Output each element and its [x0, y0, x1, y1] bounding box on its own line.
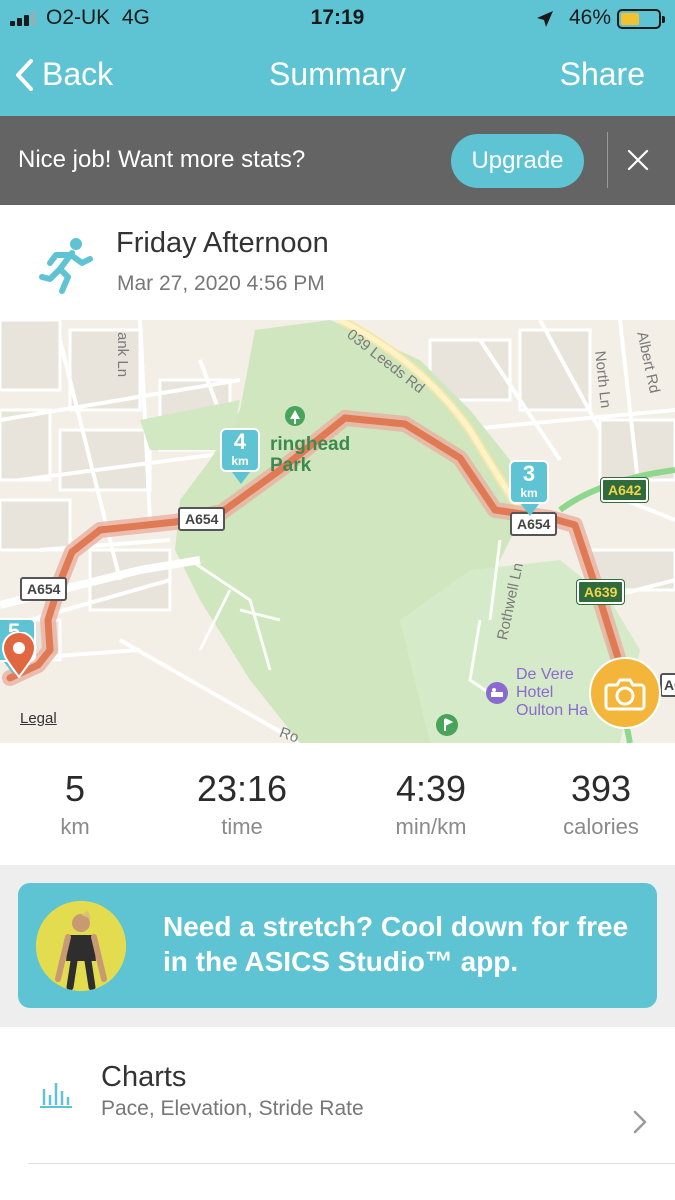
- km-marker[interactable]: 4 km: [220, 428, 260, 484]
- camera-icon: [604, 678, 646, 711]
- park-name: ringhead Park: [270, 434, 351, 476]
- legal-link[interactable]: Legal: [20, 710, 57, 727]
- park-tree-icon: [285, 406, 305, 426]
- road-shield: A654: [20, 577, 68, 601]
- bar-chart-icon: [40, 1083, 72, 1108]
- golf-icon: [436, 714, 458, 736]
- route-map[interactable]: ank Ln 039 Leeds Rd North Ln Albert Rd R…: [0, 320, 675, 743]
- finish-pin-icon[interactable]: [2, 632, 36, 678]
- charts-subtitle: Pace, Elevation, Stride Rate: [101, 1097, 364, 1120]
- upgrade-banner: Nice job! Want more stats? Upgrade: [0, 116, 675, 205]
- add-photo-button[interactable]: [589, 657, 661, 729]
- road-shield: A639: [577, 580, 625, 604]
- close-icon[interactable]: [622, 144, 654, 176]
- upgrade-button[interactable]: Upgrade: [451, 134, 584, 188]
- location-arrow-icon: [537, 11, 553, 27]
- street-label: ank Ln: [114, 332, 131, 378]
- runner-icon: [39, 238, 93, 294]
- stat-time: 23:16 time: [196, 768, 288, 839]
- activity-datetime: Mar 27, 2020 4:56 PM: [117, 272, 325, 295]
- battery-percent: 46%: [568, 6, 611, 29]
- hotel-name: De Vere Hotel Oulton Ha: [516, 666, 589, 719]
- run-stats: 5 km 23:16 time 4:39 min/km 393 calories: [0, 743, 675, 865]
- charts-title: Charts: [101, 1061, 187, 1093]
- banner-divider: [607, 132, 608, 188]
- road-shield: A654: [178, 507, 226, 531]
- status-bar: O2-UK 4G 17:19 46%: [0, 0, 675, 38]
- stretch-thumbnail: [36, 901, 126, 991]
- chevron-right-icon: [633, 1110, 647, 1134]
- km-marker[interactable]: 3 km: [509, 460, 549, 516]
- stat-calories: 393 calories: [563, 768, 639, 839]
- battery-icon: [617, 9, 665, 29]
- hotel-icon: [486, 682, 508, 704]
- share-button[interactable]: Share: [560, 56, 645, 93]
- activity-name: Friday Afternoon: [116, 227, 329, 259]
- road-shield: A642: [601, 478, 649, 502]
- stat-pace: 4:39 min/km: [395, 768, 467, 839]
- promo-section: Need a stretch? Cool down for free in th…: [0, 865, 675, 1027]
- banner-message: Nice job! Want more stats?: [18, 146, 306, 173]
- activity-header: Friday Afternoon Mar 27, 2020 4:56 PM: [0, 205, 675, 320]
- asics-studio-promo-card[interactable]: Need a stretch? Cool down for free in th…: [18, 883, 657, 1008]
- row-divider: [28, 1163, 675, 1164]
- charts-row[interactable]: Charts Pace, Elevation, Stride Rate: [0, 1027, 675, 1164]
- road-shield: A6: [660, 673, 675, 697]
- promo-text: Need a stretch? Cool down for free in th…: [163, 911, 629, 977]
- navigation-bar: Back Summary Share: [0, 38, 675, 116]
- stat-distance: 5 km: [60, 768, 90, 839]
